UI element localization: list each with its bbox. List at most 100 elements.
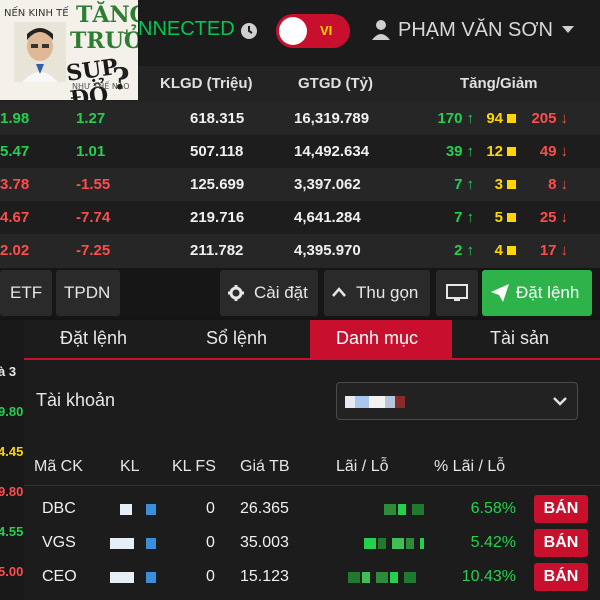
redacted-quantity <box>110 572 156 583</box>
tab-etf[interactable]: ETF <box>0 270 52 316</box>
account-select[interactable] <box>336 382 578 420</box>
advancers: 7 ↑ <box>424 176 474 193</box>
advancers-count: 7 <box>454 176 463 193</box>
arrow-down-icon: ↓ <box>560 110 569 127</box>
gtgd-value: 14,492.634 <box>294 143 370 160</box>
arrow-up-icon: ↑ <box>466 242 475 259</box>
decliners-count: 25 <box>539 209 557 226</box>
tab-so-lenh[interactable]: Sổ lệnh <box>174 320 304 360</box>
portfolio-row[interactable]: VGS 0 35.003 5.42% BÁN <box>24 526 600 560</box>
unchanged: 94 <box>476 110 516 127</box>
sell-button[interactable]: BÁN <box>534 529 588 557</box>
kl-fs-value: 0 <box>206 500 215 517</box>
board-strip-value: 4.45 <box>0 444 24 459</box>
redacted-profit <box>384 504 424 515</box>
sell-button[interactable]: BÁN <box>534 563 588 591</box>
decliners: 25 ↓ <box>520 209 568 226</box>
gear-icon <box>228 285 244 301</box>
kl-fs-value: 0 <box>206 534 215 551</box>
tab-tai-san-label: Tài sản <box>490 328 550 348</box>
place-order-button[interactable]: Đặt lệnh <box>482 270 592 316</box>
monitor-icon <box>446 284 468 301</box>
square-icon <box>507 213 516 222</box>
account-label: Tài khoản <box>36 390 116 410</box>
logo-line1: NẾN KINH TẾ <box>4 8 69 19</box>
collapse-button[interactable]: Thu gọn <box>324 270 430 316</box>
username[interactable]: PHẠM VĂN SƠN <box>398 19 553 42</box>
index-change: 2.02 <box>0 242 30 259</box>
logo-line3: TRƯỞNG <box>70 28 138 54</box>
col-gia-tb: Giá TB <box>240 458 290 475</box>
square-icon <box>507 246 516 255</box>
board-strip: à 39.804.459.804.555.005.00 <box>0 320 24 600</box>
board-strip-value: 9.80 <box>0 404 24 419</box>
advancers: 2 ↑ <box>424 242 474 259</box>
col-ma-ck: Mã CK <box>34 458 83 475</box>
toolbar: ETF TPDN Cài đặt Thu gọn Đặt lệnh <box>0 268 600 318</box>
portfolio-row[interactable]: CEO 0 15.123 10.43% BÁN <box>24 560 600 594</box>
chevron-down-icon <box>553 397 567 406</box>
redacted-profit <box>364 538 424 549</box>
gtgd-value: 16,319.789 <box>294 110 370 127</box>
klgd-value: 618.315 <box>190 110 245 127</box>
market-row[interactable]: 3.78 -1.55 125.699 3,397.062 7 ↑ 3 8 ↓ <box>0 168 600 202</box>
unchanged: 5 <box>476 209 516 226</box>
decliners: 17 ↓ <box>520 242 568 259</box>
market-row[interactable]: 1.98 1.27 618.315 16,319.789 170 ↑ 94 205 ↓ <box>0 102 600 136</box>
monitor-button[interactable] <box>436 270 478 316</box>
market-row[interactable]: 4.67 -7.74 219.716 4,641.284 7 ↑ 5 25 ↓ <box>0 201 600 235</box>
sell-button[interactable]: BÁN <box>534 495 588 523</box>
tab-tai-san[interactable]: Tài sản <box>464 320 600 360</box>
tab-danh-muc[interactable]: Danh mục <box>310 320 452 360</box>
chevron-down-icon[interactable] <box>562 26 574 34</box>
stock-code: VGS <box>42 534 76 551</box>
board-strip-value: 5.00 <box>0 564 24 579</box>
avg-price: 15.123 <box>240 568 289 585</box>
tab-etf-label: ETF <box>10 283 43 302</box>
board-strip-value: 4.55 <box>0 524 24 539</box>
unchanged-count: 5 <box>494 209 503 226</box>
klgd-value: 219.716 <box>190 209 245 226</box>
klgd-value: 507.118 <box>190 143 244 160</box>
top-header: NẾN KINH TẾ TĂNG TRƯỞNG SỤP ĐỔ NHƯ THẾ N… <box>0 0 600 100</box>
col-gtgd: GTGD (Tỷ) <box>298 75 373 92</box>
board-strip-value: à 3 <box>0 364 17 379</box>
stock-code: CEO <box>42 568 77 585</box>
tab-so-lenh-label: Sổ lệnh <box>206 328 268 348</box>
col-kl: KL <box>120 458 140 475</box>
tab-dat-lenh-label: Đặt lệnh <box>60 328 128 348</box>
redacted-quantity <box>120 504 156 515</box>
redacted-quantity <box>110 538 156 549</box>
market-row[interactable]: 5.47 1.01 507.118 14,492.634 39 ↑ 12 49 ↓ <box>0 135 600 169</box>
advancers: 39 ↑ <box>424 143 474 160</box>
gtgd-value: 4,641.284 <box>294 209 361 226</box>
user-icon <box>372 20 390 40</box>
tab-tpdn[interactable]: TPDN <box>56 270 120 316</box>
unchanged: 12 <box>476 143 516 160</box>
decliners: 49 ↓ <box>520 143 568 160</box>
unchanged-count: 4 <box>494 242 503 259</box>
connection-status: NNECTED <box>138 18 235 40</box>
unchanged: 3 <box>476 176 516 193</box>
portfolio-header: Mã CK KL KL FS Giá TB Lãi / Lỗ % Lãi / L… <box>24 446 600 486</box>
index-change: 3.78 <box>0 176 30 193</box>
settings-label: Cài đặt <box>254 283 308 302</box>
index-change-pct: 1.01 <box>76 143 106 160</box>
place-order-label: Đặt lệnh <box>516 283 580 302</box>
tab-dat-lenh[interactable]: Đặt lệnh <box>24 320 164 360</box>
toggle-knob <box>279 17 307 45</box>
language-toggle[interactable]: VI <box>276 14 350 48</box>
advancers-count: 2 <box>454 242 463 259</box>
avg-price: 35.003 <box>240 534 289 551</box>
logo-line2: TĂNG <box>76 2 138 28</box>
clock-icon[interactable] <box>240 22 258 40</box>
settings-button[interactable]: Cài đặt <box>220 270 318 316</box>
col-lai-lo: Lãi / Lỗ <box>336 458 389 475</box>
tab-danh-muc-label: Danh mục <box>336 328 419 348</box>
col-pct-lai-lo: % Lãi / Lỗ <box>434 458 506 475</box>
advancers: 170 ↑ <box>424 110 474 127</box>
market-row[interactable]: 2.02 -7.25 211.782 4,395.970 2 ↑ 4 17 ↓ <box>0 234 600 268</box>
portfolio-row[interactable]: DBC 0 26.365 6.58% BÁN <box>24 492 600 526</box>
unchanged-count: 3 <box>494 176 503 193</box>
profit-pct: 6.58% <box>470 500 516 517</box>
